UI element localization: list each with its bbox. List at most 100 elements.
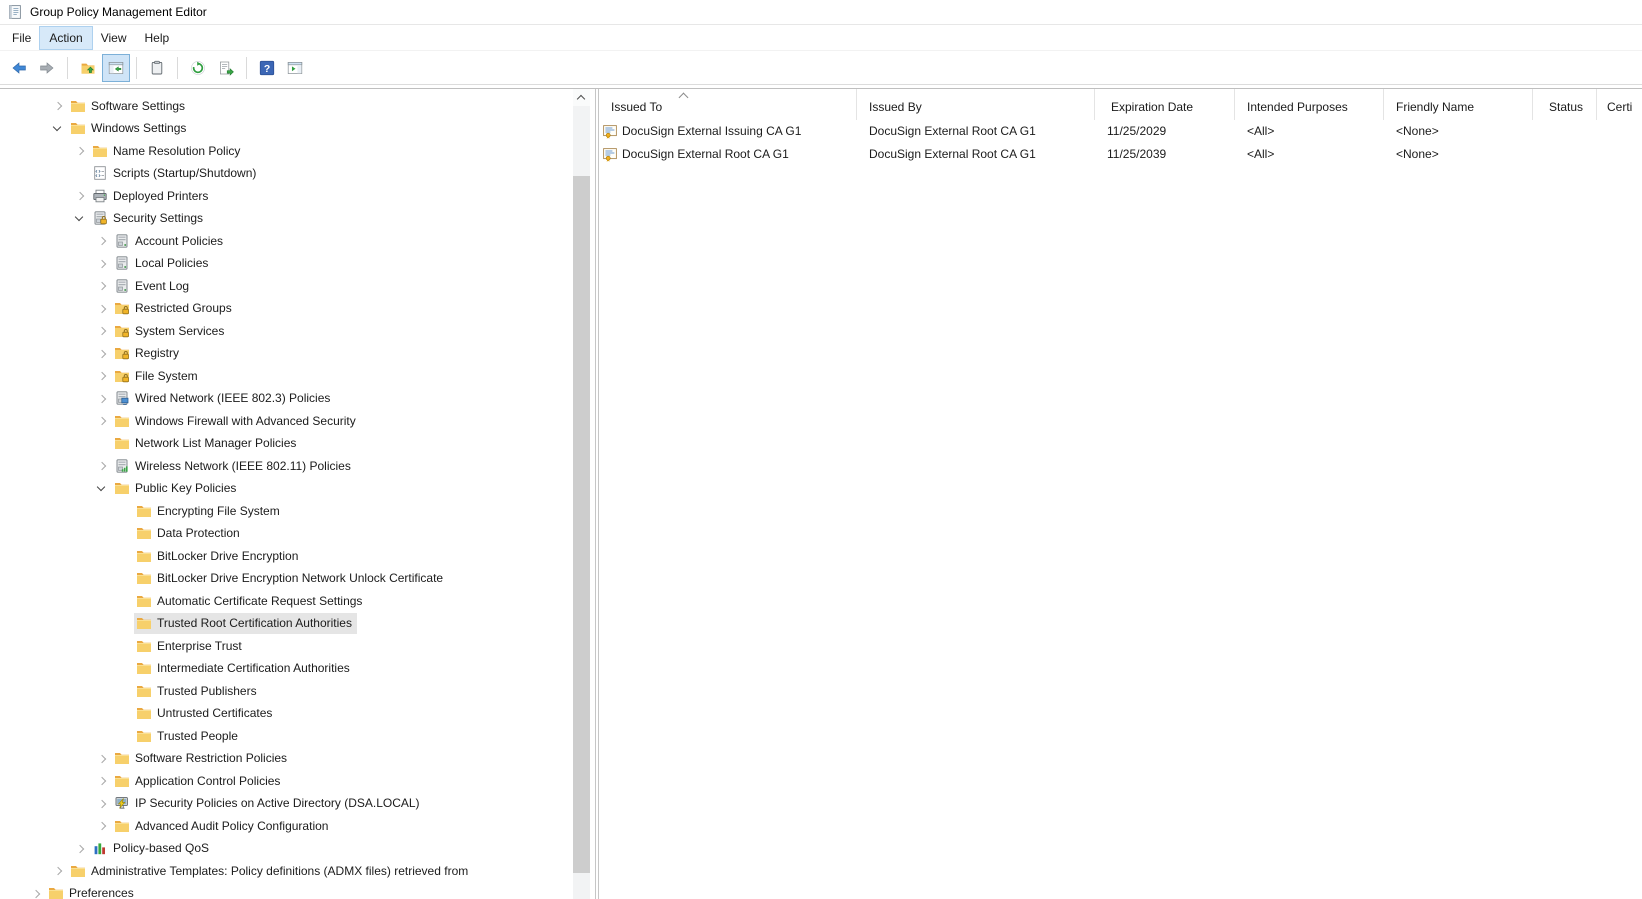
tree-item-content[interactable]: Scripts (Startup/Shutdown) (90, 163, 261, 184)
tree-item-content[interactable]: Name Resolution Policy (90, 141, 245, 162)
tree-item-content[interactable]: Administrative Templates: Policy definit… (68, 861, 473, 882)
tree-item-content[interactable]: File System (112, 366, 203, 387)
tree-item[interactable]: Enterprise Trust (0, 635, 590, 658)
help-button[interactable]: ? (254, 55, 280, 81)
tree-item[interactable]: File System (0, 365, 590, 388)
column-header-status[interactable]: Status (1533, 89, 1597, 120)
chevron-right-icon[interactable] (94, 368, 110, 384)
forward-arrow-button[interactable] (34, 55, 60, 81)
chevron-right-icon[interactable] (50, 863, 66, 879)
column-header-expiration-date[interactable]: Expiration Date (1095, 89, 1235, 120)
tree-item-content[interactable]: Registry (112, 343, 184, 364)
tree-item[interactable]: Network List Manager Policies (0, 433, 590, 456)
tree-item[interactable]: System Services (0, 320, 590, 343)
tree-item[interactable]: Name Resolution Policy (0, 140, 590, 163)
tree-item-content[interactable]: Data Protection (134, 523, 245, 544)
chevron-right-icon[interactable] (94, 301, 110, 317)
tree-item-content[interactable]: Restricted Groups (112, 298, 237, 319)
chevron-right-icon[interactable] (94, 413, 110, 429)
tree-item-content[interactable]: Network List Manager Policies (112, 433, 301, 454)
tree-item[interactable]: Account Policies (0, 230, 590, 253)
chevron-right-icon[interactable] (94, 458, 110, 474)
tree-item[interactable]: Intermediate Certification Authorities (0, 658, 590, 681)
tree-item-content[interactable]: Application Control Policies (112, 771, 285, 792)
chevron-right-icon[interactable] (94, 818, 110, 834)
tree-item[interactable]: Local Policies (0, 253, 590, 276)
tree-item[interactable]: Software Settings (0, 95, 590, 118)
tree-item[interactable]: Trusted Root Certification Authorities (0, 613, 590, 636)
tree-item-content[interactable]: Advanced Audit Policy Configuration (112, 816, 333, 837)
chevron-down-icon[interactable] (72, 211, 88, 227)
scrollbar-thumb[interactable] (573, 176, 590, 873)
clipboard-button[interactable] (144, 55, 170, 81)
tree-item[interactable]: Software Restriction Policies (0, 748, 590, 771)
chevron-right-icon[interactable] (94, 233, 110, 249)
tree-item[interactable]: Scripts (Startup/Shutdown) (0, 163, 590, 186)
column-header-friendly-name[interactable]: Friendly Name (1384, 89, 1533, 120)
tree-item[interactable]: Public Key Policies (0, 478, 590, 501)
tree-item[interactable]: Automatic Certificate Request Settings (0, 590, 590, 613)
tree-item[interactable]: Application Control Policies (0, 770, 590, 793)
tree-item[interactable]: Trusted People (0, 725, 590, 748)
tree-item[interactable]: Windows Firewall with Advanced Security (0, 410, 590, 433)
tree-item-content[interactable]: Windows Settings (68, 118, 191, 139)
up-one-level-folder-button[interactable] (75, 55, 101, 81)
tree-item[interactable]: Preferences (0, 883, 590, 899)
tree-item[interactable]: Wireless Network (IEEE 802.11) Policies (0, 455, 590, 478)
refresh-button[interactable] (185, 55, 211, 81)
tree-item-content[interactable]: Wired Network (IEEE 802.3) Policies (112, 388, 335, 409)
chevron-right-icon[interactable] (94, 391, 110, 407)
chevron-right-icon[interactable] (72, 143, 88, 159)
tree-item-content[interactable]: Encrypting File System (134, 501, 285, 522)
tree-item[interactable]: Windows Settings (0, 118, 590, 141)
tree-item-content[interactable]: Intermediate Certification Authorities (134, 658, 355, 679)
scroll-up-arrow-icon[interactable] (573, 89, 590, 106)
tree-item-content[interactable]: Windows Firewall with Advanced Security (112, 411, 361, 432)
back-arrow-button[interactable] (6, 55, 32, 81)
chevron-right-icon[interactable] (50, 98, 66, 114)
chevron-right-icon[interactable] (94, 751, 110, 767)
tree-item[interactable]: Wired Network (IEEE 802.3) Policies (0, 388, 590, 411)
table-row[interactable]: DocuSign External Root CA G1DocuSign Ext… (599, 143, 1642, 166)
tree-item-content[interactable]: Policy-based QoS (90, 838, 214, 859)
chevron-right-icon[interactable] (94, 346, 110, 362)
tree-item[interactable]: Event Log (0, 275, 590, 298)
chevron-right-icon[interactable] (94, 256, 110, 272)
tree-item-content[interactable]: Event Log (112, 276, 194, 297)
chevron-right-icon[interactable] (94, 278, 110, 294)
tree-item[interactable]: Policy-based QoS (0, 838, 590, 861)
tree-item-content[interactable]: Trusted People (134, 726, 243, 747)
tree-item-content[interactable]: Untrusted Certificates (134, 703, 277, 724)
tree-item[interactable]: Security Settings (0, 208, 590, 231)
tree-item[interactable]: Administrative Templates: Policy definit… (0, 860, 590, 883)
tree-item-content[interactable]: Trusted Publishers (134, 681, 262, 702)
cell-issued-to[interactable]: DocuSign External Root CA G1 (599, 143, 857, 166)
tree-item-content[interactable]: System Services (112, 321, 229, 342)
pane-splitter[interactable] (590, 89, 599, 899)
chevron-right-icon[interactable] (94, 323, 110, 339)
menu-action[interactable]: Action (40, 27, 91, 49)
chevron-right-icon[interactable] (28, 886, 44, 899)
tree-item[interactable]: Trusted Publishers (0, 680, 590, 703)
tree-item-content[interactable]: Software Settings (68, 96, 190, 117)
chevron-right-icon[interactable] (72, 188, 88, 204)
tree-item[interactable]: Advanced Audit Policy Configuration (0, 815, 590, 838)
column-header-intended-purposes[interactable]: Intended Purposes (1235, 89, 1384, 120)
export-list-button[interactable] (213, 55, 239, 81)
tree-item[interactable]: IP Security Policies on Active Directory… (0, 793, 590, 816)
tree-item[interactable]: Untrusted Certificates (0, 703, 590, 726)
cell-issued-to[interactable]: DocuSign External Issuing CA G1 (599, 120, 857, 143)
chevron-right-icon[interactable] (94, 796, 110, 812)
chevron-right-icon[interactable] (94, 773, 110, 789)
tree-item-content[interactable]: Preferences (46, 883, 139, 899)
tree-item-content[interactable]: Wireless Network (IEEE 802.11) Policies (112, 456, 356, 477)
tree-item-content[interactable]: Software Restriction Policies (112, 748, 292, 769)
tree-item-content[interactable]: BitLocker Drive Encryption Network Unloc… (134, 568, 448, 589)
tree-item[interactable]: Deployed Printers (0, 185, 590, 208)
tree-item-content[interactable]: Public Key Policies (112, 478, 241, 499)
chevron-down-icon[interactable] (50, 121, 66, 137)
chevron-down-icon[interactable] (94, 481, 110, 497)
tree-item-content[interactable]: Trusted Root Certification Authorities (134, 613, 357, 634)
chevron-right-icon[interactable] (72, 841, 88, 857)
tree-item-content[interactable]: BitLocker Drive Encryption (134, 546, 303, 567)
